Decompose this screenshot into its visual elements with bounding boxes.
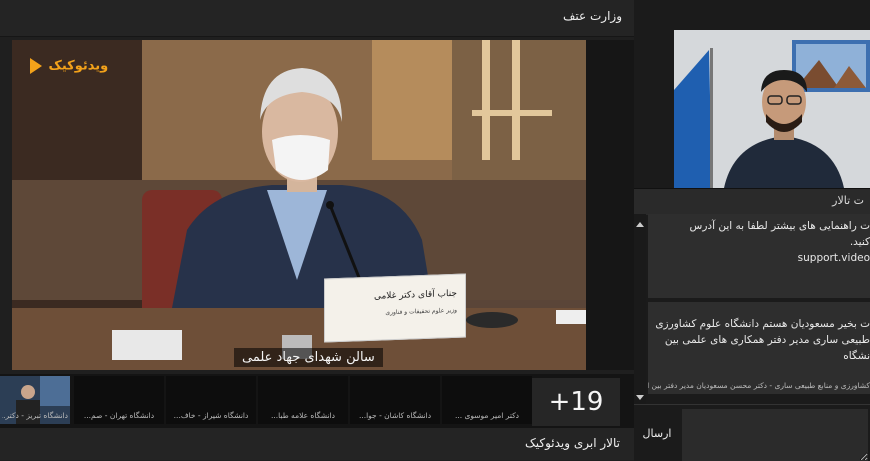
participant-name: دانشگاه شیراز - خاف... bbox=[173, 411, 249, 420]
video-side-panel bbox=[586, 40, 634, 370]
chat-panel: ت تالار ت راهنمایی های بیشتر لطفا به این… bbox=[634, 0, 870, 461]
self-camera-view[interactable] bbox=[674, 30, 870, 188]
video-caption: سالن شهدای جهاد علمی bbox=[234, 348, 383, 367]
message-text: کنید. bbox=[849, 236, 870, 248]
scroll-up-icon[interactable] bbox=[636, 222, 644, 227]
chat-scrollbar[interactable] bbox=[634, 214, 646, 404]
participant-thumbnail[interactable]: دانشگاه کاشان - جوا... bbox=[350, 376, 440, 424]
message-text: ت بخیر مسعودیان هستم دانشگاه علوم کشاورز… bbox=[655, 318, 870, 330]
message-sender: کشاورزی و منابع طبیعی ساری - دکتر محسن م… bbox=[648, 381, 870, 390]
message-text: طبیعی ساری مدیر دفتر همکاری های علمی بین bbox=[664, 334, 870, 346]
speaker-video-frame bbox=[12, 40, 586, 370]
name-plate-name: جناب آقای دکتر غلامی bbox=[373, 288, 457, 302]
participant-thumbnail[interactable]: دانشگاه تبریز - دکتر... bbox=[0, 376, 70, 424]
message-text: ت راهنمایی های بیشتر لطفا به این آدرس bbox=[689, 220, 870, 232]
top-bar: وزارت عتف bbox=[0, 0, 634, 37]
participant-thumbnail[interactable]: دکتر امیر موسوی ... bbox=[442, 376, 532, 424]
participant-name: دانشگاه کاشان - جوا... bbox=[358, 411, 432, 420]
participant-name: دانشگاه تهران - صم... bbox=[83, 411, 155, 420]
participant-name: دانشگاه تبریز - دکتر... bbox=[2, 411, 68, 420]
chat-input[interactable] bbox=[682, 409, 868, 461]
participant-thumbnail[interactable]: دانشگاه تهران - صم... bbox=[74, 376, 164, 424]
participant-name: دکتر امیر موسوی ... bbox=[454, 411, 520, 420]
room-title: تالار ابری ویدئوکیک bbox=[525, 436, 620, 450]
message-text: support.video bbox=[797, 252, 870, 264]
play-icon bbox=[30, 58, 42, 74]
chat-input-bar: ارسال bbox=[634, 404, 870, 461]
meeting-title: وزارت عتف bbox=[562, 9, 622, 23]
send-button[interactable]: ارسال bbox=[634, 409, 680, 457]
chat-message: ت بخیر مسعودیان هستم دانشگاه علوم کشاورز… bbox=[648, 302, 870, 394]
participant-thumbnail[interactable]: دانشگاه شیراز - خاف... bbox=[166, 376, 256, 424]
chat-message: ت راهنمایی های بیشتر لطفا به این آدرس کن… bbox=[648, 214, 870, 298]
participant-thumbnails: دانشگاه تبریز - دکتر... دانشگاه تهران - … bbox=[0, 374, 634, 428]
name-plate: جناب آقای دکتر غلامی وزیر علوم تحقیقات و… bbox=[324, 273, 466, 343]
camera-feed bbox=[674, 30, 870, 188]
main-video[interactable]: جناب آقای دکتر غلامی وزیر علوم تحقیقات و… bbox=[12, 40, 586, 370]
chat-title: ت تالار bbox=[832, 194, 864, 207]
more-participants-button[interactable]: +19 bbox=[532, 378, 620, 426]
logo-text: ویدئوکیک bbox=[48, 58, 109, 74]
name-plate-role: وزیر علوم تحقیقات و فناوری bbox=[385, 306, 457, 317]
scroll-down-icon[interactable] bbox=[636, 395, 644, 400]
chat-header: ت تالار bbox=[634, 188, 870, 215]
videokik-logo: ویدئوکیک bbox=[30, 58, 108, 74]
bottom-bar: تالار ابری ویدئوکیک bbox=[0, 428, 634, 460]
message-text: نشگاه bbox=[843, 350, 870, 362]
participant-thumbnail[interactable]: دانشگاه علامه طبا... bbox=[258, 376, 348, 424]
participant-name: دانشگاه علامه طبا... bbox=[271, 411, 335, 420]
